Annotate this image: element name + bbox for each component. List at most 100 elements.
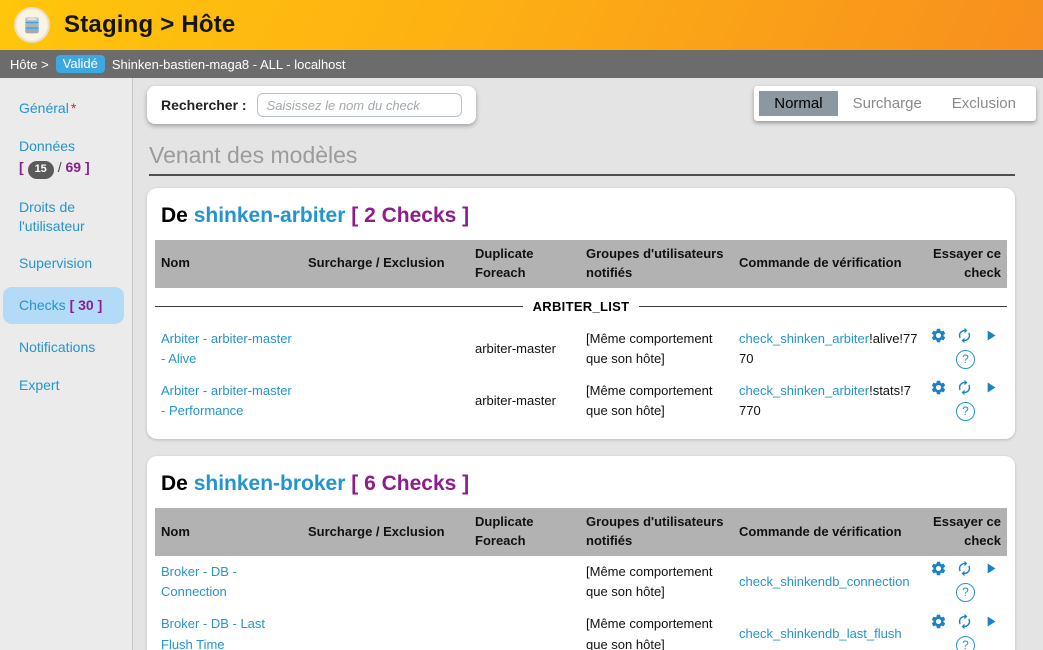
breadcrumb-section[interactable]: Hôte >	[10, 57, 49, 72]
search-input[interactable]	[257, 93, 462, 117]
section-title: Venant des modèles	[149, 142, 1015, 176]
col-duplicate: Duplicate Foreach	[469, 240, 580, 288]
sidebar-item-label: Général	[19, 100, 69, 116]
sidebar-item-donnees[interactable]: Données [ 15 / 69 ]	[0, 132, 132, 184]
sidebar: Général* Données [ 15 / 69 ] Droits de l…	[0, 78, 133, 650]
sidebar-item-notifications[interactable]: Notifications	[0, 333, 132, 362]
checks-count: 30	[78, 297, 94, 313]
duplicate-cell	[469, 556, 580, 608]
table-row: Broker - DB - Connection [Même comportem…	[155, 556, 1007, 608]
command-link[interactable]: check_shinkendb_connection	[739, 574, 910, 589]
bracket: ]	[85, 159, 90, 175]
command-cell: check_shinken_arbiter!stats!7770	[733, 375, 924, 427]
surcharge-cell	[302, 375, 469, 427]
group-label: ARBITER_LIST	[533, 297, 630, 317]
table-row: Broker - DB - Last Flush Time [Même comp…	[155, 608, 1007, 650]
col-commande: Commande de vérification	[733, 508, 924, 556]
sync-icon[interactable]	[956, 327, 973, 344]
sidebar-item-droits[interactable]: Droits de l'utilisateur	[0, 193, 132, 241]
help-icon[interactable]: ?	[956, 636, 975, 650]
sidebar-item-checks[interactable]: Checks [ 30 ]	[3, 287, 124, 324]
count-badge: 15	[28, 161, 54, 179]
command-cell: check_shinkendb_last_flush	[733, 608, 924, 650]
sidebar-item-general[interactable]: Général*	[0, 94, 132, 123]
col-surcharge: Surcharge / Exclusion	[302, 240, 469, 288]
sidebar-item-expert[interactable]: Expert	[0, 371, 132, 400]
status-badge: Validé	[56, 55, 105, 73]
tab-surcharge[interactable]: Surcharge	[838, 91, 937, 116]
col-groupes: Groupes d'utilisateurs notifiés	[580, 240, 733, 288]
col-surcharge: Surcharge / Exclusion	[302, 508, 469, 556]
check-name-link[interactable]: Arbiter - arbiter-master - Alive	[161, 331, 292, 366]
sidebar-item-label: Supervision	[19, 255, 92, 271]
surcharge-cell	[302, 323, 469, 375]
sidebar-item-label: Droits de l'utilisateur	[19, 199, 85, 234]
sync-icon[interactable]	[956, 560, 973, 577]
sidebar-item-label: Expert	[19, 377, 59, 393]
command-link[interactable]: check_shinkendb_last_flush	[739, 626, 902, 641]
play-icon[interactable]	[982, 560, 999, 577]
groups-cell: [Même comportement que son hôte]	[580, 323, 733, 375]
play-icon[interactable]	[982, 613, 999, 630]
groups-cell: [Même comportement que son hôte]	[580, 556, 733, 608]
help-icon[interactable]: ?	[956, 402, 975, 421]
gear-icon[interactable]	[930, 613, 947, 630]
gear-icon[interactable]	[930, 560, 947, 577]
play-icon[interactable]	[982, 379, 999, 396]
table-row: Arbiter - arbiter-master - Performance a…	[155, 375, 1007, 427]
command-link[interactable]: check_shinken_arbiter	[739, 383, 869, 398]
separator-line	[639, 306, 1007, 307]
check-name-link[interactable]: Broker - DB - Connection	[161, 564, 237, 599]
col-nom: Nom	[155, 240, 302, 288]
gear-icon[interactable]	[930, 379, 947, 396]
col-duplicate: Duplicate Foreach	[469, 508, 580, 556]
template-card-arbiter: De shinken-arbiter [ 2 Checks ] Nom Surc…	[147, 188, 1015, 439]
card-title-prefix: De	[161, 472, 188, 495]
app-header: Staging > Hôte	[0, 0, 1043, 50]
slash: /	[58, 159, 62, 175]
card-title-prefix: De	[161, 204, 188, 227]
checks-table: Nom Surcharge / Exclusion Duplicate Fore…	[155, 240, 1007, 427]
separator-line	[155, 306, 523, 307]
sidebar-item-supervision[interactable]: Supervision	[0, 249, 132, 278]
tab-exclusion[interactable]: Exclusion	[937, 91, 1031, 116]
sidebar-item-label: Checks	[19, 297, 66, 313]
check-name-link[interactable]: Arbiter - arbiter-master - Performance	[161, 383, 292, 418]
breadcrumb-host: Shinken-bastien-maga8 - ALL - localhost	[112, 57, 346, 72]
command-link[interactable]: check_shinken_arbiter	[739, 331, 869, 346]
card-title: De shinken-arbiter [ 2 Checks ]	[161, 204, 1001, 228]
check-name-link[interactable]: Broker - DB - Last Flush Time	[161, 616, 265, 650]
col-commande: Commande de vérification	[733, 240, 924, 288]
actions-cell: ?	[924, 608, 1007, 650]
bracket: [	[70, 297, 75, 313]
help-icon[interactable]: ?	[956, 350, 975, 369]
sync-icon[interactable]	[956, 379, 973, 396]
actions-cell: ?	[924, 375, 1007, 427]
gear-icon[interactable]	[930, 327, 947, 344]
command-cell: check_shinkendb_connection	[733, 556, 924, 608]
play-icon[interactable]	[982, 327, 999, 344]
bracket: [	[19, 159, 24, 175]
card-title: De shinken-broker [ 6 Checks ]	[161, 472, 1001, 496]
actions-cell: ?	[924, 323, 1007, 375]
checks-table: Nom Surcharge / Exclusion Duplicate Fore…	[155, 508, 1007, 650]
template-link[interactable]: shinken-broker	[194, 472, 346, 495]
template-link[interactable]: shinken-arbiter	[194, 204, 346, 227]
template-card-broker: De shinken-broker [ 6 Checks ] Nom Surch…	[147, 456, 1015, 650]
card-checks-count: [ 2 Checks ]	[351, 204, 469, 227]
page-title: Staging > Hôte	[64, 11, 235, 39]
duplicate-cell: arbiter-master	[469, 375, 580, 427]
surcharge-cell	[302, 608, 469, 650]
duplicate-cell	[469, 608, 580, 650]
tab-normal[interactable]: Normal	[759, 91, 837, 116]
search-label: Rechercher :	[161, 97, 247, 113]
col-essayer: Essayer ce check	[924, 508, 1007, 556]
mode-tab-bar: Normal Surcharge Exclusion	[754, 86, 1036, 121]
sidebar-item-label: Notifications	[19, 339, 95, 355]
groups-cell: [Même comportement que son hôte]	[580, 608, 733, 650]
required-mark: *	[71, 100, 76, 116]
col-essayer: Essayer ce check	[924, 240, 1007, 288]
help-icon[interactable]: ?	[956, 583, 975, 602]
groups-cell: [Même comportement que son hôte]	[580, 375, 733, 427]
sync-icon[interactable]	[956, 613, 973, 630]
